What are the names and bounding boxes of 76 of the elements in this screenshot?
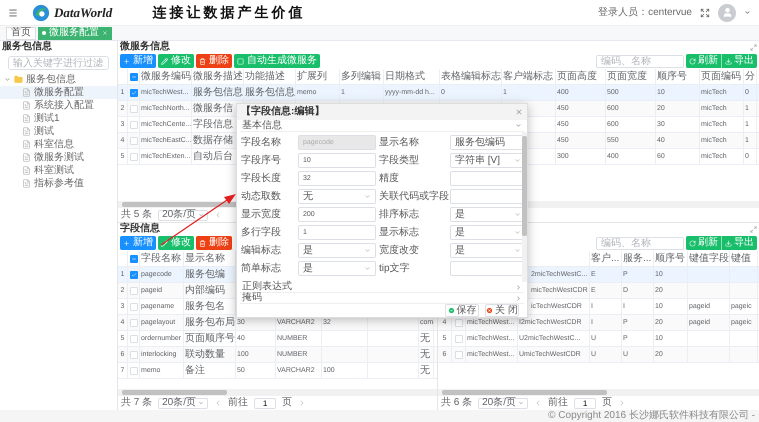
column-header: 顺序号: [655, 254, 685, 264]
column-header: 客户端标志: [503, 72, 553, 82]
page-unit: 页: [602, 398, 612, 408]
column-header: 客户...: [591, 254, 620, 264]
field-label: 排序标志: [379, 210, 420, 220]
field-label: 显示名称: [379, 138, 420, 148]
tree-label: 微服务测试: [34, 152, 84, 162]
field-label: 编辑标志: [241, 246, 282, 256]
tree-label: 服务包信息: [26, 74, 76, 84]
column-header: 显示名称: [185, 254, 225, 264]
table-cell: 备注: [185, 366, 205, 376]
column-header: 扩展列: [297, 72, 327, 82]
table-cell: 无: [420, 350, 430, 360]
field-label: 简单标志: [241, 264, 282, 274]
column-header: 日期格式: [385, 72, 425, 82]
field-label: 显示标志: [379, 228, 420, 238]
field-label: 字段序号: [241, 156, 282, 166]
column-header: 表格编辑标志: [441, 72, 501, 82]
table-cell: 服务包编: [185, 270, 225, 280]
total-count: 共 5 条: [121, 210, 152, 220]
table-cell: 联动数量: [185, 350, 225, 360]
table-cell: 无: [420, 334, 430, 344]
tree-label: 科室信息: [34, 140, 74, 150]
column-header: 页面高度: [557, 72, 597, 82]
tree-label: 科室测试: [34, 166, 74, 176]
table-cell: 微服务信: [193, 104, 233, 114]
column-header: 多列编辑: [341, 72, 381, 82]
tree-label: 微服务配置: [34, 88, 84, 98]
column-header: 字段名称: [141, 254, 181, 264]
logo-text: DataWorld: [54, 6, 112, 19]
column-header: 功能描述: [245, 72, 285, 82]
field-label: 显示宽度: [241, 210, 282, 220]
column-header: 顺序号: [657, 72, 687, 82]
panel-title: 服务包信息: [2, 42, 52, 52]
table-cell: 自动后台: [193, 152, 233, 162]
table-cell: 服务包布局: [185, 318, 235, 328]
copyright: © Copyright 2016 长沙娜氏软件科技有限公司 -: [548, 411, 755, 421]
column-header: 键值: [731, 254, 751, 264]
table-cell: 内部编码: [185, 286, 225, 296]
table-cell: 字段信息: [193, 120, 233, 130]
table-cell: 服务包名: [185, 302, 225, 312]
tree-label: 测试1: [34, 114, 60, 124]
column-header: 分: [745, 72, 755, 82]
column-header: 页面宽度: [607, 72, 647, 82]
field-label: 动态取数: [241, 192, 282, 202]
total-count: 共 6 条: [441, 398, 472, 408]
table-cell: 无: [420, 366, 430, 376]
tree-label: 测试: [34, 126, 54, 136]
page-unit: 页: [282, 398, 292, 408]
field-label: 字段类型: [379, 156, 420, 166]
slogan: 连接让数据产生价值: [152, 6, 306, 20]
total-count: 共 7 条: [121, 398, 152, 408]
table-cell: 数据存储: [193, 136, 233, 146]
table-cell: 页面顺序号: [185, 334, 235, 344]
field-label: 字段名称: [241, 138, 282, 148]
field-label: 宽度改变: [379, 246, 420, 256]
column-header: 微服务描述: [193, 72, 243, 82]
dialog-title: 【字段信息:编辑】: [241, 107, 324, 117]
login-user: 登录人员：centervue: [598, 8, 692, 18]
panel-title: 微服务信息: [120, 42, 170, 52]
field-label: 关联代码或字段: [379, 192, 447, 202]
table-cell: 服务包信息: [245, 88, 295, 98]
column-header: 键值字段: [689, 254, 729, 264]
table-cell: 服务包信息: [193, 88, 243, 98]
column-header: 服务...: [623, 254, 652, 264]
goto-label: 前往: [228, 398, 248, 408]
field-label: 字段长度: [241, 174, 282, 184]
field-label: 多行字段: [241, 228, 282, 238]
column-header: 微服务编码: [141, 72, 191, 82]
column-header: 页面编码: [701, 72, 741, 82]
field-label: 精度: [379, 174, 400, 184]
panel-title: 字段信息: [120, 224, 160, 234]
tree-label: 指标参考值: [34, 178, 84, 188]
goto-label: 前往: [548, 398, 568, 408]
tree-label: 系统接入配置: [34, 100, 94, 110]
field-label: tip文字: [379, 264, 411, 274]
